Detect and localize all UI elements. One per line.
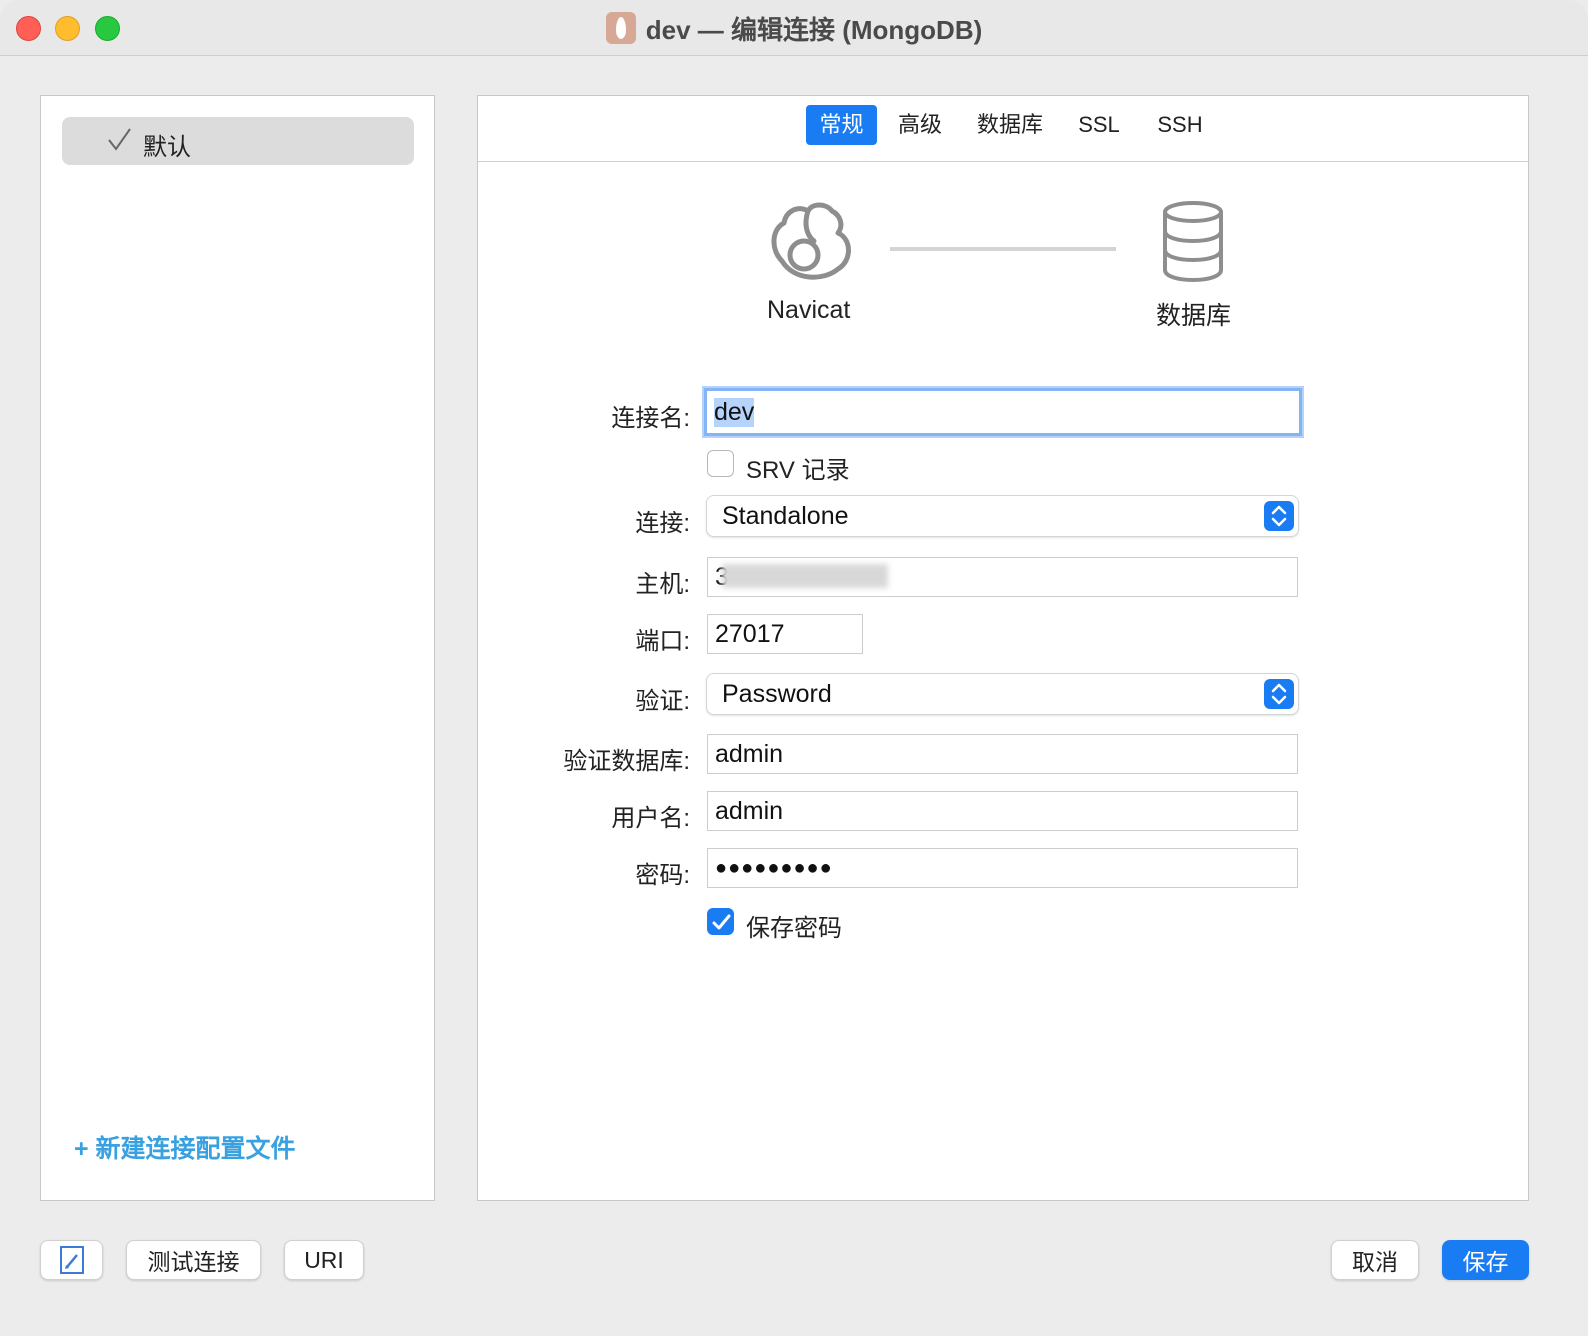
tab-ssl[interactable]: SSL	[1072, 105, 1126, 145]
connection-type-label: 连接:	[635, 510, 690, 537]
save-password-label: 保存密码	[746, 915, 842, 942]
connection-name-label: 连接名:	[611, 405, 690, 432]
title-bar: dev — 编辑连接 (MongoDB)	[0, 0, 1588, 56]
tab-general[interactable]: 常规	[806, 105, 877, 145]
window-title: dev — 编辑连接 (MongoDB)	[645, 14, 983, 45]
connection-name-value: dev	[714, 397, 755, 427]
port-input[interactable]: 27017	[707, 614, 863, 654]
chevron-updown-icon	[1264, 679, 1294, 709]
tab-ssh[interactable]: SSH	[1150, 105, 1210, 145]
connection-editor-window: dev — 编辑连接 (MongoDB) 默认 + 新建连接配置文件 常规 高级…	[0, 0, 1588, 1336]
port-label: 端口:	[635, 628, 690, 655]
auth-database-value: admin	[715, 739, 784, 768]
test-connection-button[interactable]: 测试连接	[126, 1240, 261, 1280]
password-value: ●●●●●●●●●	[715, 856, 833, 879]
profile-list-panel: 默认 + 新建连接配置文件	[40, 95, 435, 1201]
connection-name-input[interactable]: dev	[704, 388, 1302, 436]
tab-database[interactable]: 数据库	[968, 105, 1052, 145]
checkmark-icon	[712, 914, 731, 930]
cancel-button[interactable]: 取消	[1331, 1240, 1419, 1280]
connection-line	[890, 247, 1116, 251]
password-label: 密码:	[635, 862, 690, 889]
port-value: 27017	[715, 619, 785, 648]
new-profile-link[interactable]: + 新建连接配置文件	[74, 1129, 296, 1165]
srv-record-label: SRV 记录	[746, 457, 850, 484]
redacted-host-blur	[722, 564, 888, 588]
settings-panel: 常规 高级 数据库 SSL SSH Navicat 数据库 连接名: dev S…	[477, 95, 1529, 1201]
connection-type-value: Standalone	[722, 501, 849, 530]
tab-bar: 常规 高级 数据库 SSL SSH	[478, 96, 1528, 162]
mongodb-leaf-icon	[605, 12, 636, 44]
chevron-updown-icon	[1264, 501, 1294, 531]
navicat-icon	[771, 202, 851, 280]
username-value: admin	[715, 796, 784, 825]
profile-item-default[interactable]: 默认	[62, 117, 414, 165]
database-icon	[1163, 201, 1223, 282]
host-input[interactable]: 3	[707, 557, 1298, 597]
auth-database-input[interactable]: admin	[707, 734, 1298, 774]
auth-database-label: 验证数据库:	[563, 748, 690, 775]
edit-document-icon	[59, 1246, 84, 1274]
save-password-checkbox[interactable]	[707, 908, 734, 935]
connection-type-select[interactable]: Standalone	[706, 495, 1299, 537]
auth-method-select[interactable]: Password	[706, 673, 1299, 715]
database-label: 数据库	[1156, 302, 1232, 330]
srv-record-checkbox[interactable]	[707, 450, 734, 477]
password-input[interactable]: ●●●●●●●●●	[707, 848, 1298, 888]
share-profile-button[interactable]	[40, 1240, 103, 1280]
auth-method-value: Password	[722, 679, 832, 708]
save-button[interactable]: 保存	[1442, 1240, 1529, 1280]
host-label: 主机:	[635, 571, 690, 598]
checkmark-icon	[106, 127, 132, 160]
tab-advanced[interactable]: 高级	[888, 105, 952, 145]
navicat-label: Navicat	[767, 296, 851, 324]
profile-label: 默认	[143, 134, 191, 161]
window-title-area: dev — 编辑连接 (MongoDB)	[0, 10, 1588, 46]
username-input[interactable]: admin	[707, 791, 1298, 831]
auth-label: 验证:	[635, 688, 690, 715]
username-label: 用户名:	[611, 805, 690, 832]
uri-button[interactable]: URI	[284, 1240, 364, 1280]
